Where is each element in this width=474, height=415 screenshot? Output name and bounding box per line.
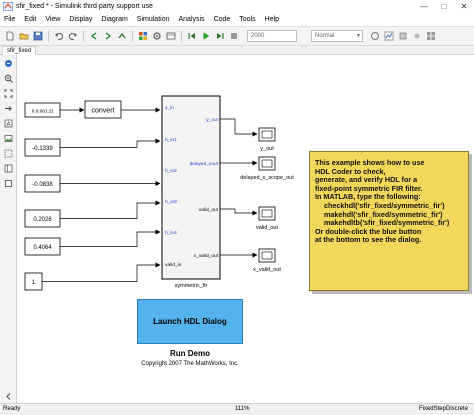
port-h-in4: h_in4 — [165, 230, 177, 236]
constant-h3[interactable]: 0.4064 — [24, 237, 61, 256]
scope-x-valid-out-label: x_valid_out — [253, 267, 281, 273]
step-back-icon[interactable] — [186, 30, 198, 42]
constant-h0[interactable]: -0.1339 — [24, 138, 61, 157]
status-zoom: 111% — [235, 406, 250, 412]
maximize-icon[interactable]: □ — [434, 0, 454, 13]
h2-value: 0.2026 — [33, 217, 52, 223]
title-bar: sfir_fixed * - Simulink third party supp… — [0, 0, 474, 13]
collapse-panel-icon[interactable] — [3, 391, 14, 402]
arrow-icon[interactable] — [3, 103, 14, 114]
menu-code[interactable]: Code — [210, 16, 236, 23]
run-demo-label: Run Demo — [170, 349, 210, 358]
port-y-out: y_out — [206, 117, 218, 123]
menu-display[interactable]: Display — [65, 16, 97, 23]
redo-icon[interactable] — [67, 30, 79, 42]
tab-sfir-fixed[interactable]: sfir_fixed — [2, 46, 37, 55]
undo-icon[interactable] — [53, 30, 65, 42]
menu-analysis[interactable]: Analysis — [174, 16, 209, 23]
menu-bar: File Edit View Display Diagram Simulatio… — [0, 13, 474, 26]
note-line: at the bottom to see the dialog. — [315, 235, 422, 245]
scope-valid-out-label: valid_out — [256, 225, 278, 231]
status-ready: Ready — [3, 406, 21, 412]
scope-valid-out[interactable] — [258, 206, 276, 221]
h1-value: -0.0838 — [32, 182, 53, 188]
library-browser-icon[interactable] — [137, 30, 149, 42]
fir-block-name: symmetric_fir — [175, 283, 208, 289]
port-x-valid-out: x_valid_out — [194, 253, 219, 259]
constant-h2[interactable]: 0.2026 — [24, 209, 61, 228]
menu-simulation[interactable]: Simulation — [133, 16, 175, 23]
close-icon[interactable]: ✕ — [454, 0, 474, 13]
status-solver[interactable]: FixedStepDiscrete — [419, 406, 468, 412]
image-icon[interactable] — [3, 133, 14, 144]
square-icon[interactable] — [3, 178, 14, 189]
port-h-in3: h_in3 — [165, 199, 177, 205]
data-inspector-icon[interactable] — [383, 30, 395, 42]
port-valid-out: valid_out — [199, 207, 219, 213]
minimize-icon[interactable]: — — [414, 0, 434, 13]
new-model-icon[interactable] — [4, 30, 16, 42]
status-bar: Ready 111% FixedStepDiscrete — [0, 403, 474, 415]
port-x-in: x_in — [165, 105, 174, 111]
menu-edit[interactable]: Edit — [20, 16, 41, 23]
port-delayed-xout: delayed_xout — [189, 161, 218, 167]
area-icon[interactable] — [3, 148, 14, 159]
h0-value: -0.1339 — [32, 146, 53, 152]
scope-y-out[interactable] — [258, 127, 276, 142]
back-arrow-icon[interactable] — [88, 30, 100, 42]
simulink-app-icon — [3, 2, 13, 11]
constant-one[interactable]: 1 — [24, 272, 43, 291]
open-folder-icon[interactable] — [18, 30, 30, 42]
save-icon[interactable] — [32, 30, 44, 42]
model-browser-icon[interactable] — [3, 163, 14, 174]
input-signal-lines — [42, 107, 161, 282]
fit-view-icon[interactable] — [3, 88, 14, 99]
stop-time-field[interactable]: 2000 — [247, 30, 297, 42]
hdl-coder-note: This example shows how to use HDL Coder … — [309, 151, 469, 291]
convert-label: convert — [92, 108, 115, 115]
output-signal-lines — [220, 118, 258, 258]
window-title: sfir_fixed * - Simulink third party supp… — [16, 3, 153, 10]
menu-view[interactable]: View — [41, 16, 65, 23]
h3-value: 0.4064 — [33, 245, 52, 251]
stop-icon[interactable] — [228, 30, 240, 42]
source-block-top[interactable]: 0.0:001:2) — [24, 102, 61, 118]
build-icon[interactable] — [397, 30, 409, 42]
up-level-icon[interactable] — [116, 30, 128, 42]
menu-file[interactable]: File — [0, 16, 20, 23]
scope-delayed-x[interactable] — [258, 156, 276, 171]
sim-mode-value: Normal — [315, 33, 335, 39]
symmetric-fir-subsystem[interactable]: x_in h_in1 h_in2 h_in3 h_in4 valid_in y_… — [161, 95, 221, 280]
model-tab-strip: sfir_fixed — [0, 46, 474, 55]
scope-delayed-x-label: delayed_x_scope_out — [240, 175, 294, 181]
source-top-label: 0.0:001:2) — [32, 109, 54, 115]
step-forward-icon[interactable] — [214, 30, 226, 42]
fast-restart-icon[interactable] — [369, 30, 381, 42]
port-h-in1: h_in1 — [165, 137, 177, 143]
forward-arrow-icon[interactable] — [102, 30, 114, 42]
annotation-icon[interactable]: A — [3, 118, 14, 129]
launch-hdl-dialog-button[interactable]: Launch HDL Dialog — [137, 299, 243, 344]
menu-diagram[interactable]: Diagram — [97, 16, 132, 23]
port-valid-in: valid_in — [165, 262, 182, 268]
left-palette: A — [0, 55, 17, 403]
scope-y-out-label: y_out — [260, 146, 274, 152]
convert-block[interactable]: convert — [84, 100, 122, 119]
scope-x-valid-out[interactable] — [258, 248, 276, 263]
sim-mode-select[interactable]: Normal ▾ — [311, 30, 363, 42]
copyright-text: Copyright 2007 The MathWorks, Inc. — [141, 361, 239, 367]
menu-tools[interactable]: Tools — [235, 16, 260, 23]
model-config-icon[interactable] — [151, 30, 163, 42]
options-icon[interactable] — [411, 30, 423, 42]
zoom-in-icon[interactable] — [3, 73, 14, 84]
toolbar: 2000 Normal ▾ — [0, 26, 474, 46]
grid-icon[interactable] — [425, 30, 437, 42]
port-h-in2: h_in2 — [165, 168, 177, 174]
model-explorer-icon[interactable] — [165, 30, 177, 42]
run-icon[interactable] — [200, 30, 212, 42]
chevron-down-icon: ▾ — [356, 33, 360, 39]
constant-h1[interactable]: -0.0838 — [24, 174, 61, 193]
menu-help[interactable]: Help — [261, 16, 284, 23]
hide-browser-icon[interactable] — [3, 58, 14, 69]
